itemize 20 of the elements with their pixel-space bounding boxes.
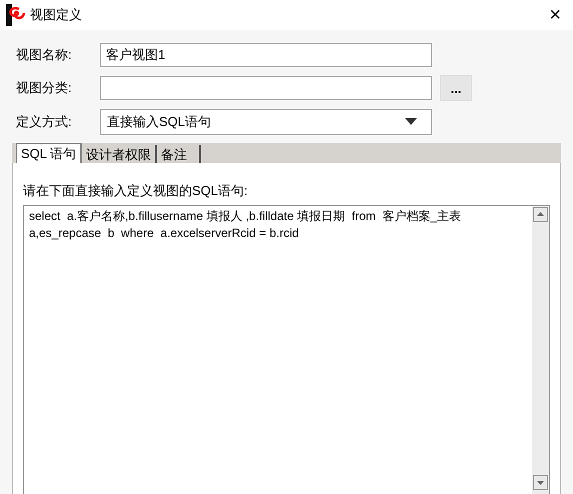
scroll-down-button[interactable]	[533, 475, 548, 490]
dropdown-arrow-icon	[405, 118, 417, 126]
instruction-text: 请在下面直接输入定义视图的SQL语句:	[23, 182, 249, 200]
window-title: 视图定义	[30, 6, 82, 24]
field-label: 定义方式:	[16, 113, 73, 132]
scrollbar[interactable]	[532, 206, 549, 494]
field-label: 视图名称:	[16, 46, 73, 64]
tab[interactable]: SQL 语句	[16, 143, 82, 163]
field-label: 视图分类:	[16, 79, 73, 98]
text-field[interactable]	[100, 76, 432, 100]
browse-button[interactable]: ...	[440, 75, 472, 101]
scroll-up-button[interactable]	[533, 206, 548, 222]
sql-editor[interactable]: select a.客户名称,b.fillusername 填报人 ,b.filldate 填报日期 from 客户档案_主表 a,es_repcase b where a.excelserverRcid = b.rcid	[23, 204, 550, 494]
sql-text: select a.客户名称,b.fillusername 填报人 ,b.filldate 填报日期 from 客户档案_主表 a,es_repcase b where a.excelserverRcid = b.rcid	[28, 208, 462, 242]
up-arrow-icon	[537, 212, 544, 216]
down-arrow-icon	[537, 480, 544, 484]
close-button[interactable]: ×	[549, 5, 561, 25]
app-logo-icon	[6, 4, 26, 26]
text-field[interactable]: 客户视图1	[100, 43, 432, 67]
method-dropdown[interactable]: 直接输入SQL语句	[100, 109, 432, 135]
